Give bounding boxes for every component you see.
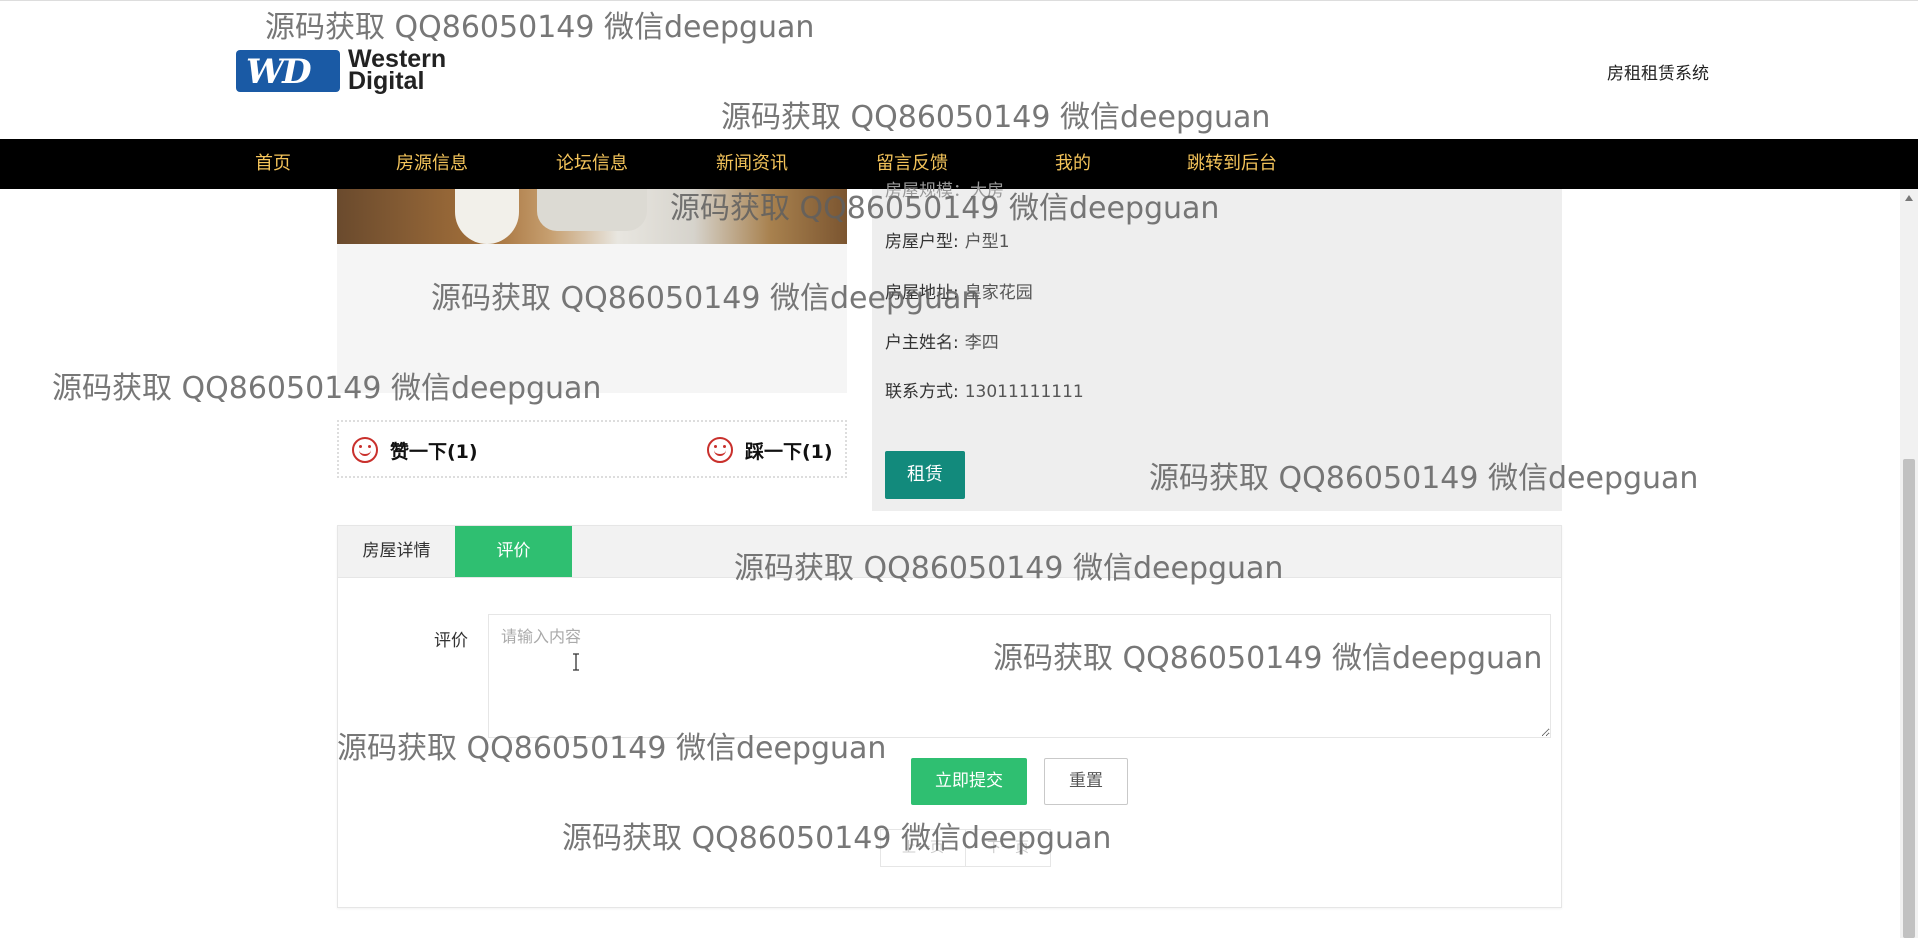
tab-house-details[interactable]: 房屋详情 <box>338 526 455 577</box>
house-info-row: 房屋户型: 户型1 <box>885 232 1010 252</box>
photo-chair <box>455 189 519 244</box>
scroll-up-arrow-icon[interactable] <box>1905 195 1913 201</box>
western-digital-logo[interactable]: WD Western Digital <box>236 45 471 96</box>
prev-page-button[interactable]: 上一页 <box>881 830 965 866</box>
scroll-thumb[interactable] <box>1903 459 1915 938</box>
house-info-row: 房屋地址: 皇家花园 <box>885 283 1033 303</box>
house-photo <box>337 189 847 244</box>
house-info-row: 户主姓名: 李四 <box>885 333 999 353</box>
detail-tabs-panel: 房屋详情 评价 评价 立即提交 重置 上一页 下一页 <box>337 525 1562 908</box>
pagination: 上一页 下一页 <box>880 829 1051 867</box>
nav-item-mine[interactable]: 我的 <box>1055 139 1091 189</box>
dislike-button[interactable]: 踩一下(1) <box>707 436 833 464</box>
logo-wordmark: Western Digital <box>348 45 447 95</box>
site-header: WD Western Digital 房租租赁系统 <box>0 0 1918 139</box>
nav-item-admin[interactable]: 跳转到后台 <box>1187 139 1277 189</box>
system-title: 房租租赁系统 <box>1607 64 1709 84</box>
vote-bar: 赞一下(1) 踩一下(1) <box>337 420 847 478</box>
like-button[interactable]: 赞一下(1) <box>352 436 478 464</box>
tab-reviews[interactable]: 评价 <box>455 526 572 577</box>
page-scrollbar[interactable] <box>1900 189 1918 938</box>
tab-header: 房屋详情 评价 <box>338 526 1561 578</box>
house-image-panel <box>337 189 847 393</box>
submit-button[interactable]: 立即提交 <box>911 758 1027 805</box>
rent-button[interactable]: 租赁 <box>885 451 965 499</box>
smile-icon <box>707 437 733 463</box>
nav-item-news[interactable]: 新闻资讯 <box>716 139 788 189</box>
nav-item-listings[interactable]: 房源信息 <box>396 139 468 189</box>
house-info-row: 联系方式: 13011111111 <box>885 382 1084 402</box>
reset-button[interactable]: 重置 <box>1044 758 1128 805</box>
review-label: 评价 <box>434 631 468 651</box>
wd-logo-mark: WD <box>236 50 340 92</box>
next-page-button[interactable]: 下一页 <box>965 830 1050 866</box>
nav-item-forum[interactable]: 论坛信息 <box>556 139 628 189</box>
review-textarea[interactable] <box>488 614 1551 738</box>
text-cursor-icon <box>573 653 579 671</box>
photo-sofa <box>537 189 647 231</box>
smile-icon <box>352 437 378 463</box>
house-info-partial: 房屋规模：大房 <box>885 181 1004 201</box>
nav-item-home[interactable]: 首页 <box>255 139 291 189</box>
house-info-panel: 房屋规模：大房 房屋户型: 户型1 房屋地址: 皇家花园 户主姓名: 李四 联系方式:… <box>872 181 1562 511</box>
